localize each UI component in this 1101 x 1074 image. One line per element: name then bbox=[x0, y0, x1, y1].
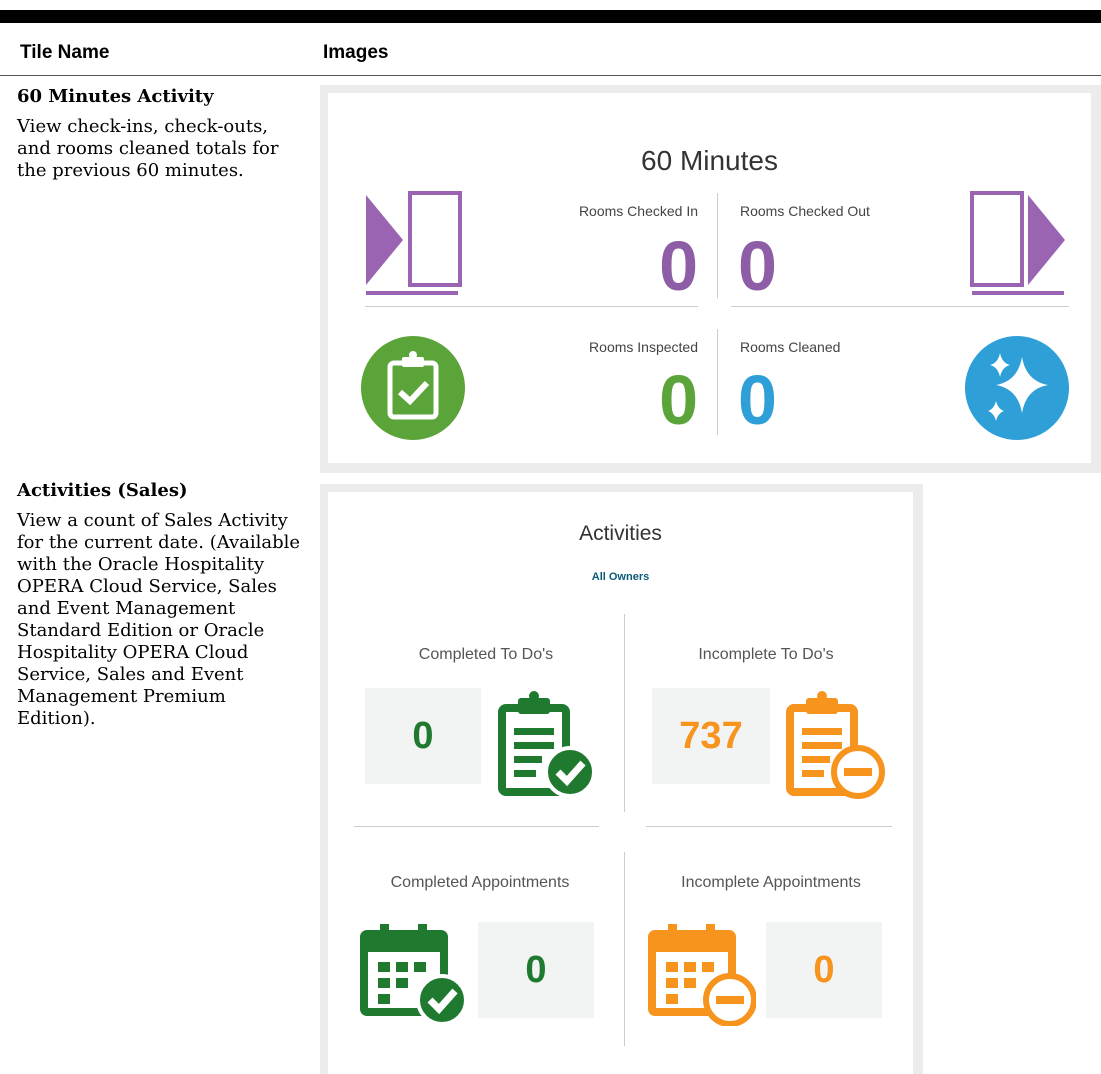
row-title-60-minutes: 60 Minutes Activity bbox=[17, 86, 214, 107]
column-header-images: Images bbox=[323, 42, 389, 63]
divider bbox=[731, 306, 1069, 307]
clipboard-check-icon bbox=[498, 691, 596, 798]
row-description-activities: View a count of Sales Activity for the c… bbox=[17, 510, 301, 729]
door-enter-icon bbox=[366, 191, 462, 295]
divider bbox=[354, 826, 599, 827]
value-rooms-checked-out: 0 bbox=[738, 227, 777, 305]
divider bbox=[624, 852, 625, 1046]
divider bbox=[717, 329, 718, 435]
divider bbox=[365, 306, 698, 307]
label-incomplete-appointments: Incomplete Appointments bbox=[681, 874, 861, 891]
divider bbox=[717, 193, 718, 298]
label-rooms-inspected: Rooms Inspected bbox=[589, 339, 698, 355]
divider bbox=[624, 614, 625, 812]
label-rooms-cleaned: Rooms Cleaned bbox=[740, 339, 841, 355]
label-rooms-checked-in: Rooms Checked In bbox=[578, 203, 698, 219]
header-divider bbox=[0, 75, 1101, 76]
door-exit-icon bbox=[970, 191, 1065, 295]
column-header-tile-name: Tile Name bbox=[20, 42, 110, 63]
label-completed-todos: Completed To Do's bbox=[418, 646, 554, 663]
owner-filter-link[interactable]: All Owners bbox=[328, 571, 913, 583]
value-rooms-inspected: 0 bbox=[659, 361, 698, 439]
tile-activities[interactable]: Activities All Owners Completed To Do's … bbox=[320, 484, 923, 1074]
tile-title: Activities bbox=[579, 522, 662, 545]
row-title-activities: Activities (Sales) bbox=[17, 480, 188, 501]
label-incomplete-todos: Incomplete To Do's bbox=[698, 646, 834, 663]
value-completed-appointments: 0 bbox=[478, 922, 594, 1018]
tile-60-minutes[interactable]: 60 Minutes Rooms Checked In 0 Rooms Chec… bbox=[320, 85, 1101, 473]
value-incomplete-appointments: 0 bbox=[766, 922, 882, 1018]
label-completed-appointments: Completed Appointments bbox=[390, 874, 570, 891]
calendar-minus-icon bbox=[648, 924, 756, 1026]
divider bbox=[646, 826, 892, 827]
value-completed-todos: 0 bbox=[365, 688, 481, 784]
value-rooms-cleaned: 0 bbox=[738, 361, 777, 439]
value-incomplete-todos: 737 bbox=[652, 688, 770, 784]
value-rooms-checked-in: 0 bbox=[659, 227, 698, 305]
row-description-60-minutes: View check-ins, check-outs, and rooms cl… bbox=[17, 116, 279, 181]
sparkle-icon bbox=[965, 336, 1069, 440]
clipboard-minus-icon bbox=[786, 691, 885, 799]
top-rule bbox=[0, 10, 1101, 23]
tile-title: 60 Minutes bbox=[641, 145, 778, 176]
calendar-check-icon bbox=[360, 924, 468, 1026]
clipboard-check-icon bbox=[361, 336, 465, 440]
label-rooms-checked-out: Rooms Checked Out bbox=[740, 203, 870, 219]
